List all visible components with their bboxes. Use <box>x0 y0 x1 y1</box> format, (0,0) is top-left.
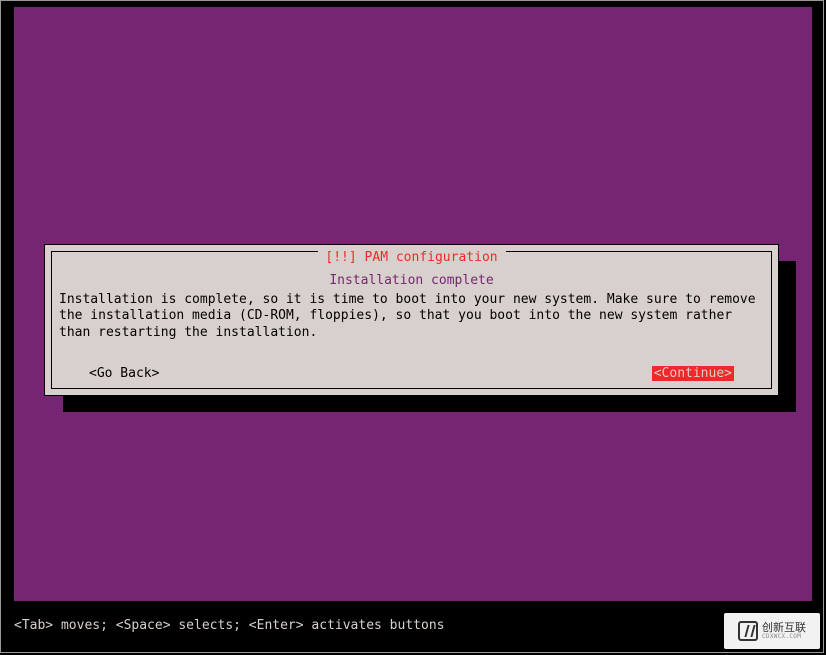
watermark-brand: 创新互联 <box>762 622 806 633</box>
dialog-subtitle: Installation complete <box>45 273 778 288</box>
watermark-logo-icon <box>738 621 758 641</box>
dialog-body-text: Installation is complete, so it is time … <box>59 292 764 341</box>
watermark-text-group: 创新互联 CDXWCX.COM <box>762 622 806 640</box>
pam-config-dialog: [!!] PAM configuration Installation comp… <box>44 244 779 396</box>
watermark-url: CDXWCX.COM <box>762 633 806 640</box>
go-back-button[interactable]: <Go Back> <box>89 366 159 381</box>
continue-button[interactable]: <Continue> <box>652 366 734 381</box>
button-row: <Go Back> <Continue> <box>45 366 778 381</box>
keyboard-help-text: <Tab> moves; <Space> selects; <Enter> ac… <box>14 618 444 633</box>
dialog-title: [!!] PAM configuration <box>317 250 505 265</box>
watermark: 创新互联 CDXWCX.COM <box>724 613 820 649</box>
